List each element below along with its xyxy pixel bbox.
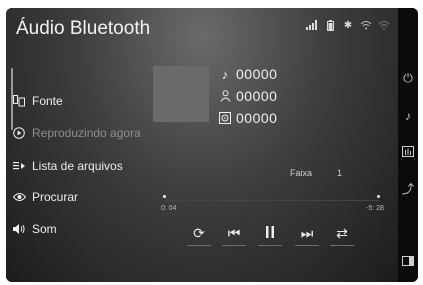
screen-off-button[interactable] bbox=[398, 252, 418, 272]
shuffle-icon: ⇄ bbox=[336, 224, 348, 241]
list-play-icon bbox=[6, 160, 32, 172]
menu-label: Lista de arquivos bbox=[32, 159, 123, 173]
wifi-alt-icon bbox=[378, 19, 390, 31]
menu-item-reproduzindo-agora[interactable]: Reproduzindo agora bbox=[6, 118, 146, 148]
person-icon bbox=[219, 90, 231, 102]
artist-row: 00000 bbox=[219, 88, 277, 104]
menu-item-fonte[interactable]: Fonte bbox=[6, 86, 146, 116]
music-note-icon: ♪ bbox=[405, 109, 411, 123]
next-button[interactable]: ⏭ bbox=[295, 221, 319, 246]
previous-icon: ⏮ bbox=[227, 224, 241, 241]
track-title-row: ♪ 00000 bbox=[219, 66, 277, 82]
progress-start-dot bbox=[163, 195, 166, 198]
navigation-button[interactable]: ⤴ bbox=[398, 178, 418, 198]
time-remaining: -5: 28 bbox=[366, 205, 384, 212]
disc-icon bbox=[219, 112, 231, 124]
progress-track[interactable] bbox=[164, 200, 380, 201]
pause-icon bbox=[265, 225, 275, 241]
album-row: 00000 bbox=[219, 110, 277, 126]
track-label: Faixa bbox=[290, 168, 313, 178]
speaker-icon bbox=[6, 223, 32, 235]
screen-title: Áudio Bluetooth bbox=[16, 18, 151, 39]
track-title: 00000 bbox=[236, 66, 278, 82]
menu-item-procurar[interactable]: Procurar bbox=[6, 182, 146, 212]
pause-button[interactable] bbox=[258, 221, 282, 246]
eye-icon bbox=[6, 192, 32, 202]
artist-name: 00000 bbox=[236, 88, 278, 104]
next-icon: ⏭ bbox=[300, 224, 314, 241]
phone-source-icon bbox=[6, 95, 32, 107]
status-bar: ✱ bbox=[306, 19, 390, 31]
power-icon: ⏻ bbox=[403, 70, 413, 85]
shuffle-button[interactable]: ⇄ bbox=[330, 221, 354, 246]
right-rail: ⏻ ♪ ⤴ bbox=[398, 8, 418, 282]
menu-label: Fonte bbox=[32, 94, 63, 108]
previous-button[interactable]: ⏮ bbox=[222, 221, 246, 246]
menu-label: Procurar bbox=[32, 190, 79, 204]
menu-label: Som bbox=[32, 222, 57, 236]
track-number: 1 bbox=[337, 168, 343, 178]
music-button[interactable]: ♪ bbox=[398, 106, 418, 126]
wifi-icon bbox=[360, 19, 372, 31]
bluetooth-icon: ✱ bbox=[343, 19, 353, 31]
signal-bars-icon bbox=[306, 19, 318, 31]
album-name: 00000 bbox=[236, 110, 278, 126]
music-note-icon: ♪ bbox=[221, 66, 229, 82]
repeat-icon: ⟳ bbox=[193, 224, 205, 241]
equalizer-button[interactable] bbox=[398, 143, 418, 163]
time-elapsed: 0: 04 bbox=[161, 205, 177, 212]
head-unit-screen: Áudio Bluetooth ✱ Fonte Reproduzindo ago bbox=[6, 8, 418, 282]
battery-icon bbox=[324, 19, 336, 31]
menu-item-som[interactable]: Som bbox=[6, 214, 146, 244]
play-circle-icon bbox=[6, 127, 32, 139]
progress-end-dot bbox=[377, 195, 380, 198]
screen-off-icon bbox=[402, 255, 414, 269]
repeat-button[interactable]: ⟳ bbox=[187, 221, 211, 246]
menu-item-lista-de-arquivos[interactable]: Lista de arquivos bbox=[6, 151, 146, 181]
album-art bbox=[153, 66, 209, 122]
menu-label: Reproduzindo agora bbox=[32, 126, 141, 140]
equalizer-icon bbox=[402, 146, 414, 160]
route-icon: ⤴ bbox=[401, 181, 414, 196]
power-button[interactable]: ⏻ bbox=[398, 68, 418, 88]
